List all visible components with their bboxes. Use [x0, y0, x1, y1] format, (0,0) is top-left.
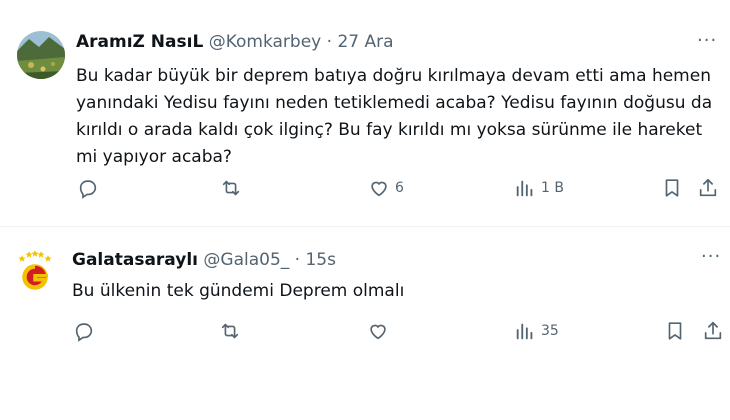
share-button[interactable]	[702, 320, 724, 342]
like-icon	[371, 181, 387, 197]
separator-dot: ·	[294, 250, 301, 270]
tweet-text: Bu ülkenin tek gündemi Deprem olmalı	[72, 281, 405, 301]
views-count: 35	[541, 323, 559, 339]
author-name[interactable]: AramıZ NasıL	[76, 32, 203, 52]
timestamp[interactable]: 15s	[305, 250, 336, 270]
retweet-icon	[221, 323, 239, 339]
author-handle[interactable]: @Komkarbey	[209, 32, 322, 52]
separator-dot: ·	[326, 32, 333, 52]
timestamp[interactable]: 27 Ara	[337, 32, 393, 52]
like-icon	[370, 324, 386, 340]
retweet-button[interactable]	[220, 177, 242, 199]
reply-icon	[75, 323, 93, 342]
tweet-header: Galatasaraylı @Gala05_ · 15s	[72, 250, 336, 270]
avatar[interactable]	[11, 247, 59, 295]
author-name[interactable]: Galatasaraylı	[72, 250, 198, 270]
more-options-icon[interactable]: ···	[697, 30, 717, 51]
reply-icon	[79, 180, 97, 199]
like-count: 6	[395, 180, 404, 196]
tweet-1[interactable]: AramıZ NasıL @Komkarbey · 27 Ara ··· Bu …	[0, 0, 730, 227]
views-icon	[516, 323, 533, 340]
reply-button[interactable]	[77, 177, 99, 199]
tweet-text: Bu kadar büyük bir deprem batıya doğru k…	[76, 66, 713, 167]
author-handle[interactable]: @Gala05_	[203, 250, 289, 270]
bookmark-icon	[665, 179, 679, 197]
avatar[interactable]	[17, 31, 65, 79]
like-button[interactable]	[367, 320, 394, 342]
share-icon	[704, 321, 722, 340]
views-count: 1 B	[541, 180, 564, 196]
views-button[interactable]: 35	[514, 320, 559, 342]
bookmark-icon	[668, 322, 682, 340]
views-button[interactable]: 1 B	[514, 177, 564, 199]
bookmark-button[interactable]	[664, 320, 686, 342]
views-icon	[516, 180, 533, 197]
bookmark-button[interactable]	[661, 177, 683, 199]
retweet-icon	[222, 180, 240, 196]
like-button[interactable]: 6	[368, 177, 404, 199]
reply-button[interactable]	[73, 320, 95, 342]
share-button[interactable]	[697, 177, 719, 199]
tweet-header: AramıZ NasıL @Komkarbey · 27 Ara	[76, 32, 394, 52]
retweet-button[interactable]	[219, 320, 241, 342]
share-icon	[699, 178, 717, 197]
more-options-icon[interactable]: ···	[701, 246, 721, 267]
